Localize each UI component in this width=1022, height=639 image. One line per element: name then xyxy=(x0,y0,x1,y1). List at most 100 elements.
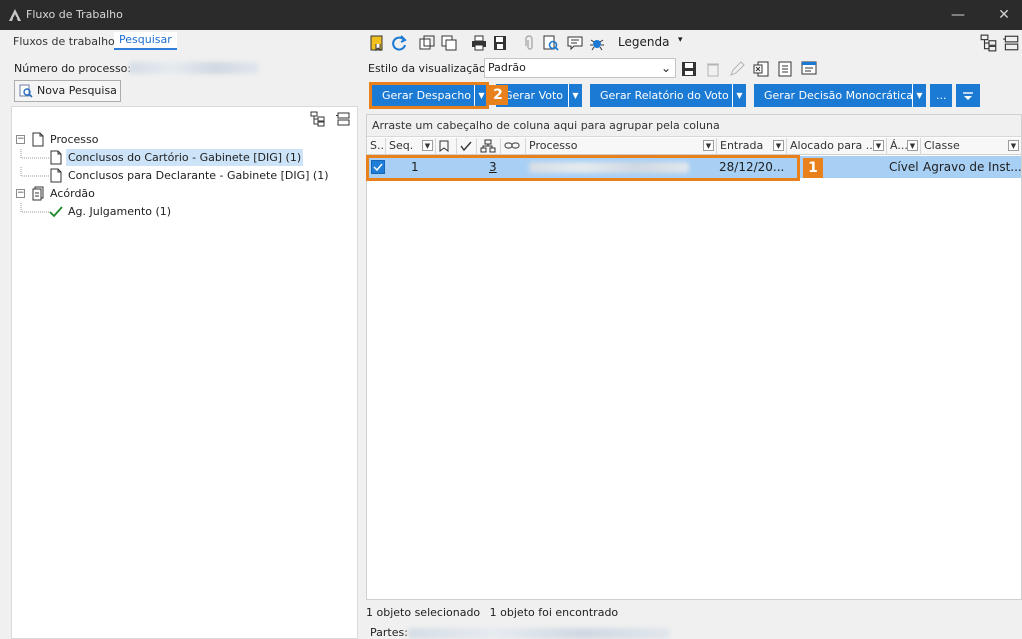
partes-value-redacted xyxy=(408,628,670,639)
documents-stack-icon xyxy=(32,186,44,201)
expand-tree-icon[interactable] xyxy=(310,111,326,127)
bug-icon[interactable] xyxy=(588,34,606,52)
left-panel: Fluxos de trabalho Pesquisar Número do p… xyxy=(8,32,358,639)
col-header-link[interactable] xyxy=(501,138,526,155)
check-icon xyxy=(49,206,63,218)
col-header-seq[interactable]: Seq. ▼ xyxy=(386,138,436,155)
col-header-classe[interactable]: Classe ▼ xyxy=(921,138,1021,155)
dropdown-arrow-icon[interactable]: ▼ xyxy=(912,84,926,107)
highlight-box-1 xyxy=(366,155,800,181)
col-header-hierarchy[interactable] xyxy=(477,138,501,155)
col-header-alocado-para[interactable]: Alocado para ... ▼ xyxy=(787,138,887,155)
view-style-value: Padrão xyxy=(488,61,526,74)
minimize-button[interactable]: — xyxy=(948,6,968,24)
attach-disabled-icon[interactable] xyxy=(520,34,538,52)
view-style-label: Estilo da visualização xyxy=(368,62,486,75)
tab-fluxos-de-trabalho[interactable]: Fluxos de trabalho xyxy=(8,34,120,50)
gerar-decisao-monocratica-button[interactable]: Gerar Decisão Monocrática ▼ xyxy=(754,84,926,107)
tree-node-label: Ag. Julgamento (1) xyxy=(68,205,172,218)
document-list-icon[interactable] xyxy=(776,60,794,78)
col-header-area-label: Á... xyxy=(890,139,908,152)
chevron-down-icon[interactable]: ▼ xyxy=(907,140,918,151)
chevron-down-icon: ⌄ xyxy=(660,61,671,75)
col-header-classe-label: Classe xyxy=(924,139,960,152)
view-style-row: Estilo da visualização Padrão ⌄ xyxy=(366,58,1022,80)
save-print-icon[interactable] xyxy=(492,34,510,52)
collapse-toggle[interactable]: − xyxy=(16,135,25,144)
window-layout-icon[interactable] xyxy=(800,60,818,78)
edit-disabled-icon[interactable] xyxy=(728,60,746,78)
collapse-tree-icon[interactable] xyxy=(335,111,351,127)
chevron-down-icon[interactable]: ▼ xyxy=(422,140,433,151)
process-number-label: Número do processo: xyxy=(14,62,132,75)
comment-icon[interactable] xyxy=(566,34,584,52)
close-button[interactable]: ✕ xyxy=(994,6,1014,24)
cell-area: Cível xyxy=(889,160,919,174)
more-actions-button[interactable]: ... xyxy=(930,84,952,107)
window-title: Fluxo de Trabalho xyxy=(26,8,123,21)
gerar-voto-button[interactable]: Gerar Voto ▼ xyxy=(496,84,582,107)
col-header-entrada-label: Entrada xyxy=(720,139,764,152)
col-header-entrada[interactable]: Entrada ▼ xyxy=(717,138,787,155)
tree-node-conclusos-declarante[interactable]: Conclusos para Declarante - Gabinete [DI… xyxy=(16,167,356,184)
legend-dropdown-icon[interactable]: ▾ xyxy=(678,35,683,45)
chevron-down-icon[interactable]: ▼ xyxy=(773,140,784,151)
tree-connector xyxy=(20,203,50,213)
tree-node-conclusos-cartorio[interactable]: Conclusos do Cartório - Gabinete [DIG] (… xyxy=(16,149,356,166)
gerar-decisao-monocratica-label: Gerar Decisão Monocrática xyxy=(764,89,914,102)
view-style-select[interactable]: Padrão ⌄ xyxy=(484,58,676,78)
tree-node-label: Acórdão xyxy=(50,187,95,200)
export-excel-icon[interactable] xyxy=(752,60,770,78)
chevron-down-icon[interactable]: ▼ xyxy=(1008,140,1019,151)
save-icon[interactable] xyxy=(680,60,698,78)
delete-disabled-icon[interactable] xyxy=(704,60,722,78)
search-panel: Número do processo: Nova Pesquisa xyxy=(11,54,358,112)
collapse-tree-icon[interactable] xyxy=(1002,34,1020,52)
filter-menu-button[interactable] xyxy=(956,84,980,107)
selected-count: 1 objeto selecionado xyxy=(366,606,481,619)
tree-node-acordao[interactable]: − Acórdão xyxy=(16,185,216,202)
app-logo-icon xyxy=(9,9,21,21)
new-search-button[interactable]: Nova Pesquisa xyxy=(14,80,121,102)
col-header-check[interactable] xyxy=(457,138,477,155)
copy-window-icon[interactable] xyxy=(418,34,436,52)
tree-connector xyxy=(20,149,50,159)
dropdown-arrow-icon[interactable]: ▼ xyxy=(568,84,582,107)
tree-node-label: Processo xyxy=(50,133,99,146)
col-header-bookmark[interactable] xyxy=(436,138,457,155)
col-header-processo[interactable]: Processo ▼ xyxy=(526,138,717,155)
duplicate-icon[interactable] xyxy=(440,34,458,52)
tab-pesquisar[interactable]: Pesquisar xyxy=(114,32,177,50)
col-header-area[interactable]: Á... ▼ xyxy=(887,138,921,155)
print-icon[interactable] xyxy=(470,34,488,52)
tree-node-label: Conclusos do Cartório - Gabinete [DIG] (… xyxy=(66,149,304,166)
grid-header: S... Seq. ▼ Processo ▼ Entrada ▼ Alocado pa… xyxy=(367,138,1021,155)
tree-node-ag-julgamento[interactable]: Ag. Julgamento (1) xyxy=(16,203,216,220)
chevron-down-icon[interactable]: ▼ xyxy=(703,140,714,151)
status-bar: 1 objeto selecionado 1 objeto foi encont… xyxy=(366,604,1022,622)
col-header-processo-label: Processo xyxy=(529,139,578,152)
collapse-toggle[interactable]: − xyxy=(16,189,25,198)
process-number-field[interactable] xyxy=(129,62,259,74)
chevron-down-icon[interactable]: ▼ xyxy=(873,140,884,151)
dropdown-arrow-icon[interactable]: ▼ xyxy=(732,84,746,107)
group-by-hint[interactable]: Arraste um cabeçalho de coluna aqui para… xyxy=(367,115,1021,137)
expand-tree-icon[interactable] xyxy=(980,34,998,52)
search-document-icon[interactable] xyxy=(542,34,560,52)
bookmark-note-icon[interactable] xyxy=(368,34,386,52)
left-tab-strip: Fluxos de trabalho Pesquisar xyxy=(8,32,358,50)
marker-1-badge: 1 xyxy=(803,158,823,178)
col-header-selection[interactable]: S... xyxy=(367,138,386,155)
refresh-icon[interactable] xyxy=(390,34,408,52)
hierarchy-icon xyxy=(480,139,496,153)
gerar-relatorio-voto-button[interactable]: Gerar Relatório do Voto ▼ xyxy=(590,84,746,107)
document-icon xyxy=(50,150,62,165)
highlight-box-2 xyxy=(369,82,489,109)
tree-node-processo[interactable]: − Processo xyxy=(16,131,216,148)
menu-down-icon xyxy=(963,92,973,100)
cell-classe: Agravo de Inst... xyxy=(923,160,1022,174)
tree-toolbar xyxy=(304,111,352,130)
legend-label[interactable]: Legenda xyxy=(618,35,669,49)
bookmark-icon xyxy=(439,140,449,152)
found-count: 1 objeto foi encontrado xyxy=(489,606,619,619)
